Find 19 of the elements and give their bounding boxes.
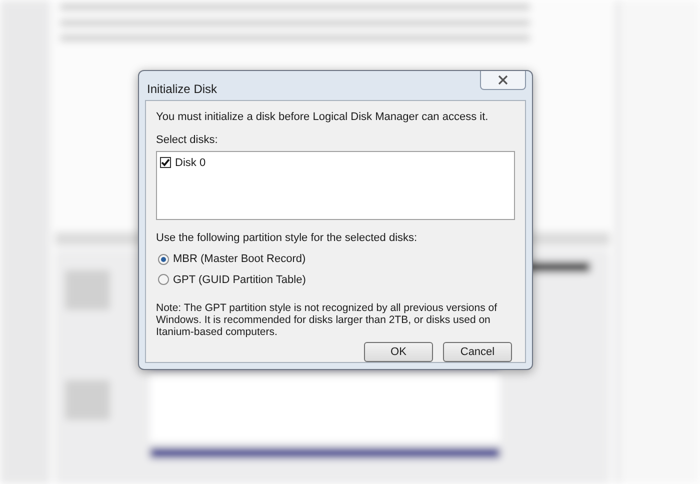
radio-button[interactable] [158,274,169,286]
intro-text: You must initialize a disk before Logical Disk Manager can access it. [156,110,490,124]
close-button[interactable] [480,71,526,90]
select-disks-label: Select disks: [156,133,219,148]
dialog-button[interactable]: Cancel [443,342,512,362]
radio-label: MBR (Master Boot Record) [173,252,306,267]
disk-checkbox[interactable]: Disk 0 [160,154,511,171]
check-icon [161,158,170,168]
partition-style-radio[interactable]: GPT (GUID Partition Table) [158,272,515,288]
partition-style-radio[interactable]: MBR (Master Boot Record) [158,251,515,268]
close-icon [498,75,508,85]
disk-label: Disk 0 [175,156,206,170]
partition-style-label: Use the following partition style for the selected disks: [156,230,418,246]
radio-label: GPT (GUID Partition Table) [173,272,306,288]
checkbox[interactable] [160,157,171,168]
window-title: Initialize Disk [147,81,218,98]
radio-button[interactable] [158,254,169,265]
note-text: Note: The GPT partition style is not recognized by all previous versions of Windows. It is recommended for disks larger than 2TB, or disks used on Itanium-based computers. [156,302,498,338]
dialog-button[interactable]: OK [364,342,433,362]
